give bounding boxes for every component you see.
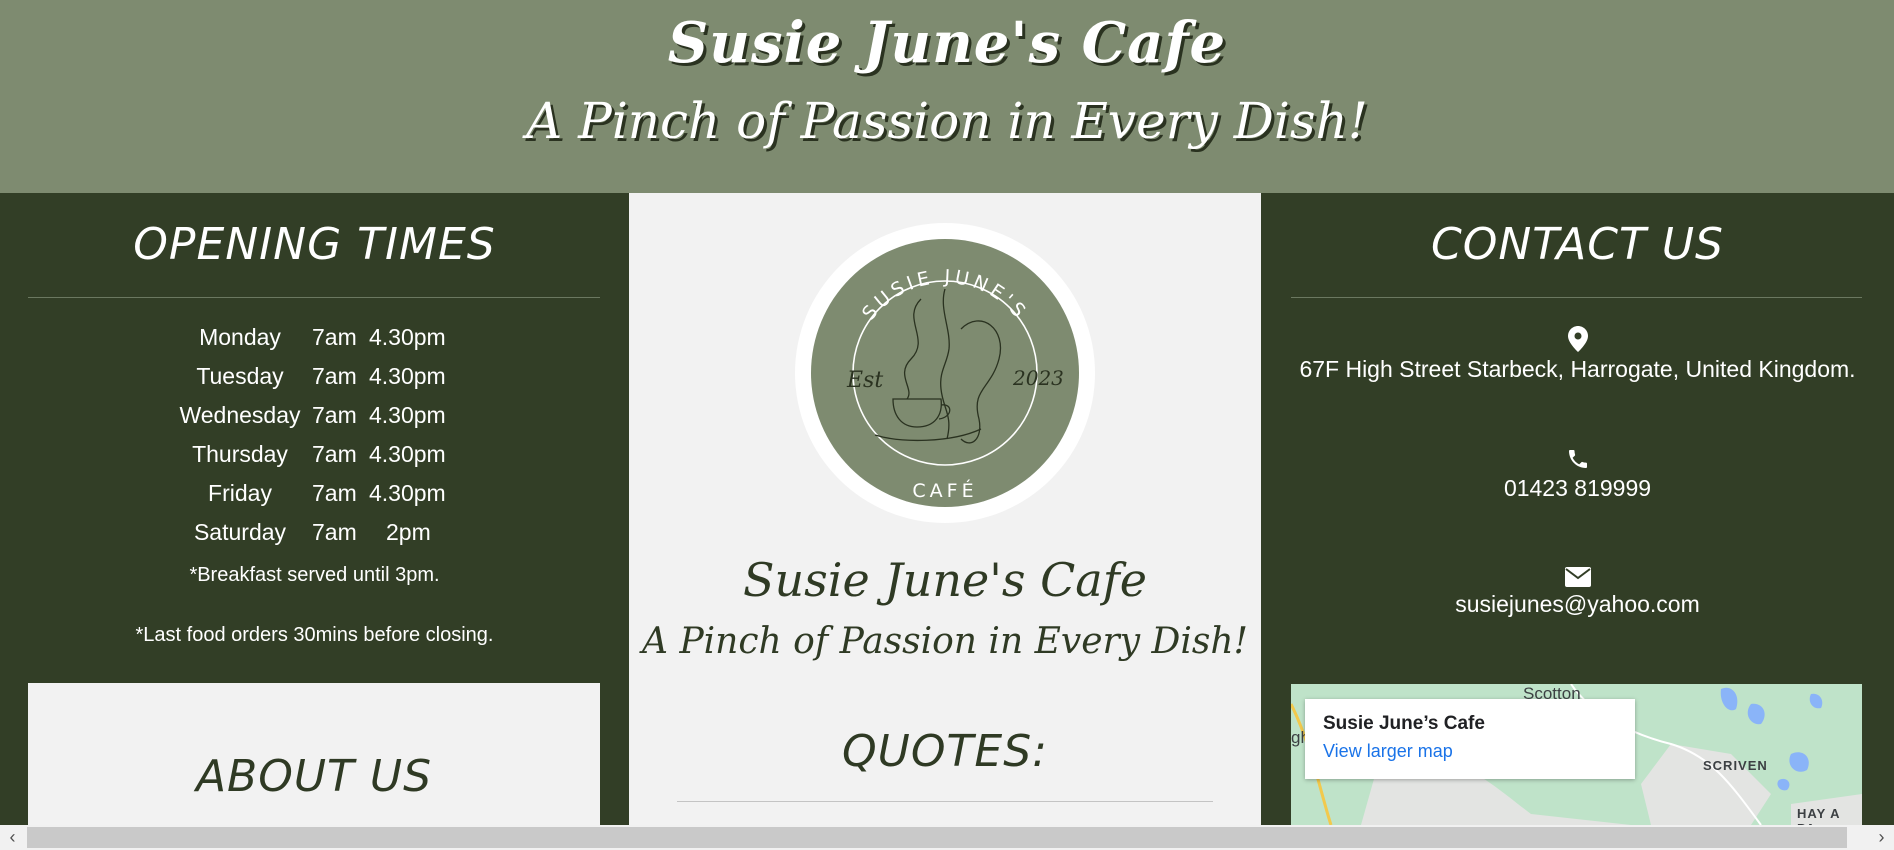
center-column: SUSIE JUNE'S CAFÉ Est 2023 Susie June's … bbox=[629, 193, 1261, 825]
scrollbar-thumb[interactable] bbox=[27, 827, 1847, 848]
heading-divider bbox=[28, 297, 600, 298]
hours-open: 7am bbox=[312, 363, 357, 389]
hours-day: Monday bbox=[199, 324, 281, 350]
hours-close: 2pm bbox=[386, 519, 431, 545]
breakfast-note: *Breakfast served until 3pm. bbox=[189, 564, 440, 586]
site-header: Susie June's Cafe A Pinch of Passion in … bbox=[0, 0, 1894, 193]
hours-close: 4.30pm bbox=[369, 441, 446, 467]
hours-open: 7am bbox=[312, 324, 357, 350]
hours-close: 4.30pm bbox=[369, 402, 446, 428]
map-place-name: Susie June’s Cafe bbox=[1323, 713, 1485, 734]
phone-block: 01423 819999 bbox=[1261, 447, 1894, 502]
envelope-icon bbox=[1564, 567, 1591, 587]
hours-open: 7am bbox=[312, 480, 357, 506]
last-orders-note: *Last food orders 30mins before closing. bbox=[135, 624, 494, 646]
logo-year: 2023 bbox=[1012, 366, 1064, 390]
hours-close: 4.30pm bbox=[369, 363, 446, 389]
hours-row: Monday 7am 4.30pm bbox=[0, 324, 629, 363]
hours-day: Wednesday bbox=[179, 402, 301, 428]
address-block: 67F High Street Starbeck, Harrogate, Uni… bbox=[1261, 326, 1894, 383]
cafe-name: Susie June's Cafe bbox=[743, 553, 1147, 607]
hours-row: Wednesday 7am 4.30pm bbox=[0, 402, 629, 441]
hours-day: Friday bbox=[208, 480, 272, 506]
hours-open: 7am bbox=[312, 519, 357, 545]
map-info-card: Susie June’s Cafe View larger map bbox=[1305, 699, 1635, 779]
cafe-logo: SUSIE JUNE'S CAFÉ Est 2023 bbox=[795, 223, 1095, 523]
opening-times-heading: OPENING TIMES bbox=[133, 219, 496, 270]
location-map[interactable]: Scotton gh SCRIVEN HAY A PA Susie June’s… bbox=[1291, 684, 1862, 825]
email-block: susiejunes@yahoo.com bbox=[1261, 567, 1894, 618]
opening-hours-table: Monday 7am 4.30pm Tuesday 7am 4.30pm Wed… bbox=[0, 324, 629, 558]
hours-row: Thursday 7am 4.30pm bbox=[0, 441, 629, 480]
cafe-tagline: A Pinch of Passion in Every Dish! bbox=[642, 621, 1248, 662]
about-us-heading: ABOUT US bbox=[195, 751, 433, 802]
phone-text[interactable]: 01423 819999 bbox=[1261, 475, 1894, 502]
logo-est: Est bbox=[846, 368, 883, 393]
logo-badge: SUSIE JUNE'S CAFÉ Est 2023 bbox=[811, 239, 1079, 507]
chevron-left-icon[interactable]: ‹ bbox=[0, 825, 25, 850]
logo-bottom-text: CAFÉ bbox=[912, 479, 977, 502]
hours-open: 7am bbox=[312, 402, 357, 428]
hours-day: Saturday bbox=[193, 519, 287, 545]
hours-close: 4.30pm bbox=[369, 480, 446, 506]
hours-open: 7am bbox=[312, 441, 357, 467]
hours-day: Thursday bbox=[192, 441, 288, 467]
opening-times-column: OPENING TIMES Monday 7am 4.30pm Tuesday … bbox=[0, 193, 629, 825]
map-label-scriven: SCRIVEN bbox=[1703, 758, 1768, 773]
hours-row: Saturday 7am 2pm bbox=[0, 519, 629, 558]
site-tagline: A Pinch of Passion in Every Dish! bbox=[526, 92, 1368, 150]
map-label-hay: HAY A PA bbox=[1797, 806, 1841, 825]
quotes-divider bbox=[677, 801, 1213, 802]
site-title: Susie June's Cafe bbox=[667, 10, 1227, 76]
chevron-right-icon[interactable]: › bbox=[1869, 825, 1894, 850]
email-text[interactable]: susiejunes@yahoo.com bbox=[1261, 591, 1894, 618]
hours-day: Tuesday bbox=[196, 363, 284, 389]
hours-row: Tuesday 7am 4.30pm bbox=[0, 363, 629, 402]
about-us-panel: ABOUT US bbox=[28, 683, 600, 825]
phone-icon bbox=[1568, 450, 1587, 468]
hours-row: Friday 7am 4.30pm bbox=[0, 480, 629, 519]
horizontal-scrollbar[interactable]: ‹ › bbox=[0, 825, 1894, 850]
map-pin-icon bbox=[1567, 326, 1588, 352]
view-larger-map-link[interactable]: View larger map bbox=[1323, 741, 1617, 762]
address-text: 67F High Street Starbeck, Harrogate, Uni… bbox=[1299, 356, 1856, 382]
contact-heading: CONTACT US bbox=[1431, 219, 1724, 270]
logo-artwork: SUSIE JUNE'S CAFÉ Est 2023 bbox=[846, 266, 1064, 502]
hours-close: 4.30pm bbox=[369, 324, 446, 350]
logo-line-drawing bbox=[874, 288, 1002, 444]
heading-divider bbox=[1291, 297, 1862, 298]
quotes-heading: QUOTES: bbox=[842, 726, 1048, 777]
contact-column: CONTACT US 67F High Street Starbeck, Har… bbox=[1261, 193, 1894, 825]
